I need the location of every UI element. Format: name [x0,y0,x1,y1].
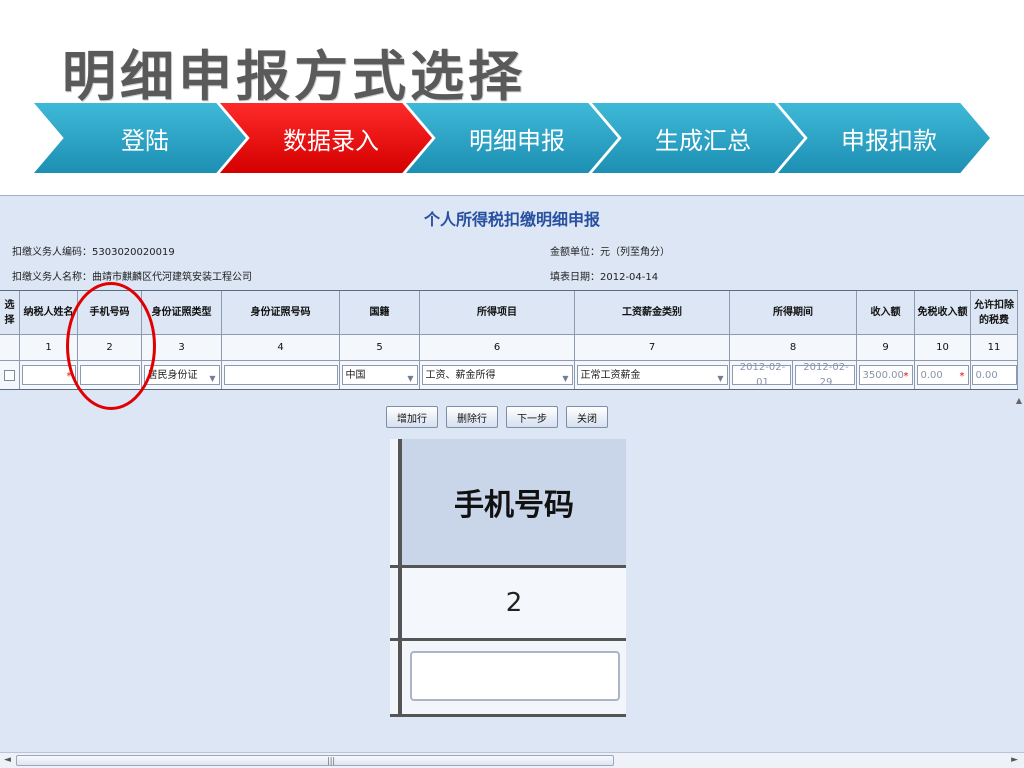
step-login: 登陆 [34,103,246,173]
period-start-cell: 2012-02-01 [730,361,793,389]
number-cell [0,335,20,361]
next-step-button[interactable]: 下一步 [506,406,558,428]
id-number-cell [222,361,340,389]
period-end-cell: 2012-02-29 [793,361,857,389]
amount-unit: 金额单位：元（列至角分） [550,247,670,258]
nationality-cell: 中国 ▼ [340,361,420,389]
slide-title: 明细申报方式选择 [62,45,526,108]
deductible-cell: 0.00 [971,361,1018,389]
withholder-code: 扣缴义务人编码：5303020020019 [12,247,175,258]
row-select-cell [0,361,20,389]
salary-category-cell: 正常工资薪金 ▼ [575,361,730,389]
zoom-header: 手机号码 [402,439,626,565]
required-mark: * [959,371,965,382]
period-end-input[interactable]: 2012-02-29 [794,362,855,388]
period-start-input[interactable]: 2012-02-01 [731,362,791,388]
phone-column-zoom: 手机号码 2 [390,439,626,717]
chevron-down-icon: ▼ [717,374,724,383]
number-cell: 4 [222,335,340,361]
step-generate-summary: 生成汇总 [592,103,804,173]
col-header-income-item: 所得项目 [420,291,575,335]
row-select-checkbox[interactable] [4,369,15,381]
number-cell: 8 [730,335,857,361]
col-header-deductible: 允许扣除的税费 [971,291,1018,335]
highlight-circle [66,282,156,410]
income-item-select[interactable]: 工资、薪金所得 ▼ [421,365,573,385]
number-cell: 10 [915,335,971,361]
number-cell: 9 [857,335,915,361]
taxpayer-name-input[interactable]: * [21,365,76,385]
col-header-salary-category: 工资薪金类别 [575,291,730,335]
id-type-cell: 居民身份证 ▼ [142,361,222,389]
action-buttons: 增加行 删除行 下一步 关闭 [386,406,608,428]
close-button[interactable]: 关闭 [566,406,608,428]
income-item-cell: 工资、薪金所得 ▼ [420,361,575,389]
scroll-left-icon[interactable]: ◄ [4,755,11,765]
zoom-phone-input [410,651,620,701]
col-header-tax-free: 免税收入额 [915,291,971,335]
fill-date: 填表日期：2012-04-14 [550,272,659,283]
number-cell: 5 [340,335,420,361]
zoom-divider [390,638,626,641]
add-row-button[interactable]: 增加行 [386,406,438,428]
id-number-input[interactable] [223,365,338,385]
tax-free-cell: 0.00 * [915,361,971,389]
scroll-up-arrow-icon[interactable]: ▲ [1016,396,1022,405]
salary-category-select[interactable]: 正常工资薪金 ▼ [576,365,728,385]
scrollbar-thumb[interactable]: ||| [16,755,614,766]
number-cell: 7 [575,335,730,361]
income-input[interactable]: 3500.00 * [858,365,913,385]
deductible-input[interactable]: 0.00 [971,365,1017,385]
chevron-down-icon: ▼ [407,374,414,383]
grip-icon: ||| [327,756,336,765]
income-cell: 3500.00 * [857,361,915,389]
col-header-select: 选择 [0,291,20,335]
delete-row-button[interactable]: 删除行 [446,406,498,428]
step-detail-declaration: 明细申报 [406,103,618,173]
number-cell: 11 [971,335,1018,361]
col-header-nationality: 国籍 [340,291,420,335]
withholder-name: 扣缴义务人名称：曲靖市麒麟区代河建筑安装工程公司 [12,272,252,283]
chevron-down-icon: ▼ [209,374,216,383]
horizontal-scrollbar[interactable]: ◄ ||| ► [0,752,1024,768]
scroll-right-icon[interactable]: ► [1011,755,1018,765]
zoom-column-number: 2 [402,568,626,638]
chevron-down-icon: ▼ [562,374,569,383]
step-payment: 申报扣款 [778,103,990,173]
step-data-entry: 数据录入 [220,103,432,173]
form-title: 个人所得税扣缴明细申报 [423,210,600,229]
id-type-select[interactable]: 居民身份证 ▼ [143,365,220,385]
required-mark: * [903,371,909,382]
zoom-divider [390,714,626,717]
step-progress: 登陆 数据录入 明细申报 生成汇总 申报扣款 [0,103,1024,177]
nationality-select[interactable]: 中国 ▼ [341,365,418,385]
tax-free-input[interactable]: 0.00 * [916,365,969,385]
col-header-income: 收入额 [857,291,915,335]
col-header-id-number: 身份证照号码 [222,291,340,335]
declaration-window: 个人所得税扣缴明细申报 扣缴义务人编码：5303020020019 扣缴义务人名… [0,195,1024,768]
number-cell: 6 [420,335,575,361]
col-header-period: 所得期间 [730,291,857,335]
